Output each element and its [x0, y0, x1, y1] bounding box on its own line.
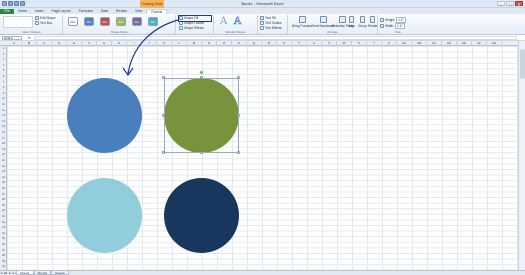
shapes-gallery[interactable] — [3, 16, 33, 28]
close-button[interactable]: ✕ — [515, 1, 523, 7]
group-label-insert-shapes: Insert Shapes — [22, 30, 41, 34]
group-wordart-styles: A A WordArt Styles — [214, 15, 258, 34]
height-icon — [380, 18, 384, 22]
resize-handle[interactable] — [237, 114, 240, 117]
resize-handle[interactable] — [200, 76, 203, 79]
sheet-tab-sheet3[interactable]: Sheet3 — [51, 271, 69, 275]
resize-handle[interactable] — [162, 151, 165, 154]
group-text-format: Text Fill Text Outline Text Effects — [258, 15, 288, 34]
fx-icon[interactable]: fx — [28, 36, 31, 40]
group-label-arrange: Arrange — [327, 30, 338, 34]
width-input[interactable]: 1.4" — [395, 23, 405, 29]
formula-input[interactable] — [34, 36, 517, 40]
row-headers: 1 2 3 4 5 6 7 8 9 10 11 12 13 14 15 16 17 18 19 20 21 22 23 24 2… — [0, 46, 7, 270]
circle-shape-blue[interactable] — [67, 78, 142, 153]
group-label-size: Size — [395, 30, 401, 34]
window-controls: – □ ✕ — [497, 1, 523, 7]
circle-shape-light-blue[interactable] — [67, 178, 142, 253]
maximize-button[interactable]: □ — [506, 1, 514, 7]
resize-handle[interactable] — [237, 151, 240, 154]
text-box-button[interactable]: Text Box — [35, 21, 52, 25]
name-box[interactable]: Oval 2 — [2, 36, 22, 40]
group-insert-shapes: Edit Shape Text Box Insert Shapes — [1, 15, 63, 34]
group-size: Height: 1.4" Width: 1.4" Size — [378, 15, 418, 34]
annotation-arrow — [122, 19, 179, 77]
resize-handle[interactable] — [200, 151, 203, 154]
text-fill-icon — [260, 16, 264, 20]
width-control: Width: 1.4" — [380, 23, 405, 29]
shape-style-swatch[interactable]: Abc — [68, 17, 78, 26]
text-effects-icon — [260, 26, 264, 30]
minimize-button[interactable]: – — [497, 1, 505, 7]
wordart-style-a-light[interactable]: A — [220, 17, 227, 27]
ribbon: Edit Shape Text Box Insert Shapes Abc Ab… — [0, 14, 525, 35]
window-title: Book1 - Microsoft Excel — [241, 1, 284, 6]
width-icon — [380, 24, 384, 28]
group-button[interactable]: Group — [358, 16, 367, 28]
vertical-scrollbar[interactable] — [518, 41, 525, 270]
title-bar: Drawing Tools Book1 - Microsoft Excel – … — [0, 0, 525, 8]
rotation-handle[interactable] — [200, 71, 203, 74]
text-effects-button[interactable]: Text Effects — [260, 26, 281, 30]
resize-handle[interactable] — [237, 76, 240, 79]
shape-fill-highlight — [178, 15, 212, 22]
sheet-tab-sheet2[interactable]: Sheet2 — [33, 271, 52, 275]
text-fill-button[interactable]: Text Fill — [260, 16, 276, 20]
edit-shape-button[interactable]: Edit Shape — [35, 16, 56, 20]
circle-shape-navy[interactable] — [164, 178, 239, 253]
sheet-tab-sheet1[interactable]: Sheet1 — [16, 271, 34, 275]
rotate-icon — [370, 16, 376, 23]
selection-pane-icon — [339, 16, 347, 23]
selection-frame — [164, 78, 239, 153]
rotate-button[interactable]: Rotate — [368, 16, 377, 28]
send-backward-icon — [319, 16, 327, 23]
text-box-icon — [35, 21, 39, 25]
align-button[interactable]: Align — [348, 16, 355, 28]
send-backward-button[interactable]: Send Backward — [312, 16, 334, 28]
wordart-style-a-outline[interactable]: A — [234, 16, 242, 27]
sheet-tab-bar: ◄◄ ◄ ► ►► Sheet1 Sheet2 Sheet3 — [0, 270, 525, 275]
resize-handle[interactable] — [162, 114, 165, 117]
group-icon — [359, 16, 365, 23]
edit-shape-icon — [35, 16, 39, 20]
bring-forward-icon — [298, 16, 306, 23]
shape-style-swatch[interactable]: Abc — [84, 17, 94, 26]
align-icon — [349, 16, 355, 23]
text-outline-button[interactable]: Text Outline — [260, 21, 282, 25]
bring-forward-button[interactable]: Bring Forward — [292, 16, 312, 28]
group-label-wordart-styles: WordArt Styles — [225, 30, 246, 34]
group-arrange: Bring Forward Send Backward Selection Pa… — [288, 15, 378, 34]
shape-effects-button[interactable]: Shape Effects — [179, 26, 204, 30]
scrollbar-thumb[interactable] — [520, 49, 525, 79]
shape-style-swatch[interactable]: Abc — [100, 17, 110, 26]
text-outline-icon — [260, 21, 264, 25]
